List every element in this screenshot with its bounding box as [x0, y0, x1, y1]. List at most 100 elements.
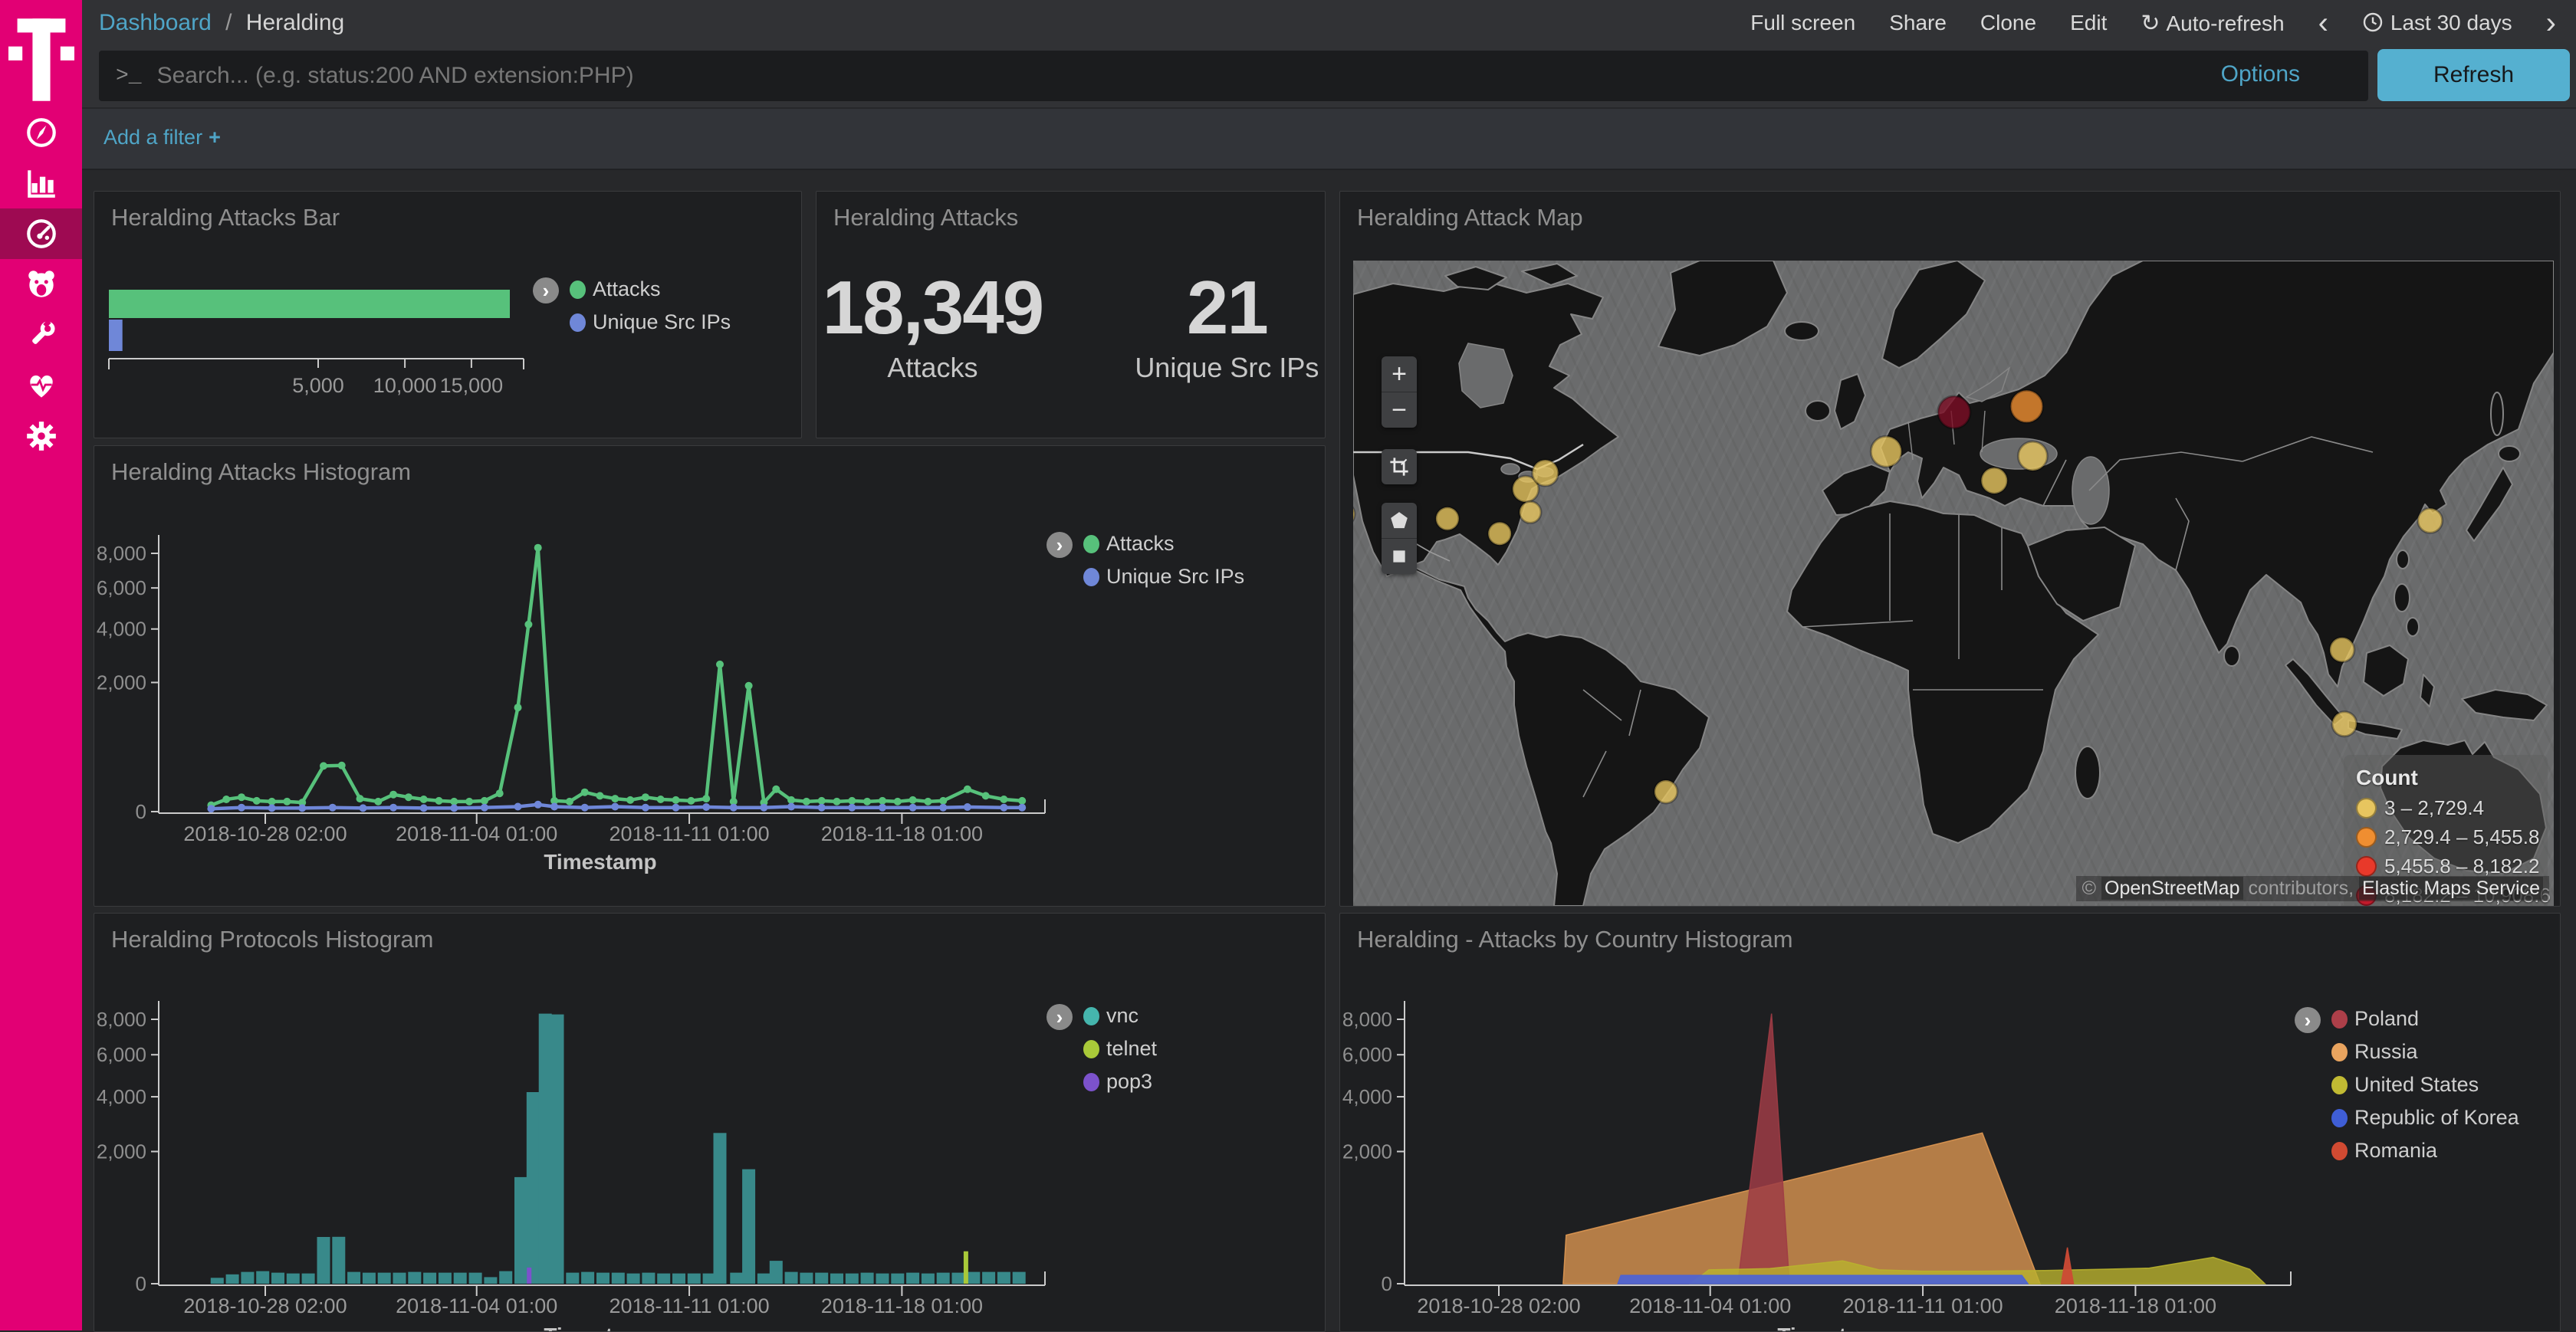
sidebar-item-visualize[interactable]	[0, 158, 82, 208]
map-legend-row: 5,455.8 – 8,182.2	[2356, 855, 2548, 878]
svg-text:Timestamp: Timestamp	[544, 850, 656, 874]
legend: › Attacks Unique Src IPs	[533, 277, 731, 334]
legend-toggle-icon[interactable]: ›	[1046, 1004, 1073, 1030]
breadcrumb-separator: /	[225, 10, 232, 35]
svg-text:2,000: 2,000	[1342, 1140, 1392, 1163]
svg-text:2018-11-04 01:00: 2018-11-04 01:00	[1629, 1294, 1791, 1317]
metric-value: 18,349	[823, 268, 1043, 347]
legend: › vnc telnet pop3	[1046, 1004, 1157, 1094]
search-input[interactable]	[156, 62, 2368, 90]
legend-toggle-icon[interactable]: ›	[533, 277, 559, 303]
crop-tool-button[interactable]	[1382, 449, 1417, 484]
map-draw-controls	[1382, 503, 1417, 574]
svg-text:2018-11-18 01:00: 2018-11-18 01:00	[2055, 1294, 2216, 1317]
breadcrumb-dashboard-link[interactable]: Dashboard	[99, 10, 212, 35]
polygon-tool-button[interactable]	[1382, 503, 1417, 538]
sidebar-item-dashboard[interactable]	[0, 208, 82, 259]
telekom-logo[interactable]	[0, 14, 82, 106]
legend-item-unique-src-ips[interactable]: Unique Src IPs	[1083, 565, 1244, 589]
legend-dot	[2331, 1043, 2348, 1061]
svg-text:10,000: 10,000	[373, 374, 437, 397]
legend-toggle-icon[interactable]: ›	[1046, 532, 1073, 558]
legend-dot	[1083, 1073, 1099, 1091]
time-range-button[interactable]: Last 30 days	[2362, 11, 2512, 35]
refresh-cycle-icon: ↻	[2141, 11, 2160, 36]
legend-dot	[2331, 1142, 2348, 1160]
legend-item-united-states[interactable]: United States	[2331, 1073, 2519, 1097]
legend-dot	[2356, 827, 2377, 848]
svg-text:0: 0	[136, 1272, 146, 1295]
panel-title: Heralding Attack Map	[1357, 204, 1583, 231]
square-icon	[1388, 546, 1410, 567]
legend-item-russia[interactable]: Russia	[2331, 1040, 2519, 1064]
legend-item-vnc[interactable]: vnc	[1083, 1004, 1157, 1028]
legend-item-attacks[interactable]: Attacks	[1083, 532, 1244, 556]
legend-dot	[2331, 1076, 2348, 1094]
edit-button[interactable]: Edit	[2070, 11, 2107, 35]
svg-text:2018-10-28 02:00: 2018-10-28 02:00	[183, 1294, 347, 1317]
osm-link[interactable]: OpenStreetMap	[2101, 877, 2243, 900]
fullscreen-button[interactable]: Full screen	[1750, 11, 1855, 35]
breadcrumb: Dashboard / Heralding	[99, 10, 344, 36]
rectangle-tool-button[interactable]	[1382, 538, 1417, 574]
zoom-out-button[interactable]: −	[1382, 392, 1417, 428]
legend-dot	[2356, 798, 2377, 819]
legend-item-poland[interactable]: Poland	[2331, 1007, 2519, 1031]
time-back-button[interactable]: ‹	[2318, 12, 2328, 34]
legend: › Attacks Unique Src IPs	[1046, 532, 1244, 589]
legend-item-attacks[interactable]: Attacks	[570, 277, 731, 301]
svg-text:2018-11-04 01:00: 2018-11-04 01:00	[396, 1294, 557, 1317]
sidebar-item-dev-tools[interactable]	[0, 310, 82, 360]
legend-item-romania[interactable]: Romania	[2331, 1139, 2519, 1163]
breadcrumb-current: Heralding	[246, 10, 344, 35]
svg-text:0: 0	[136, 800, 146, 823]
svg-text:4,000: 4,000	[97, 1085, 146, 1108]
compass-icon	[24, 115, 59, 150]
legend-item-unique-src-ips[interactable]: Unique Src IPs	[570, 310, 731, 334]
sidebar-item-monitoring[interactable]	[0, 360, 82, 411]
refresh-button[interactable]: Refresh	[2377, 49, 2570, 101]
legend-item-telnet[interactable]: telnet	[1083, 1037, 1157, 1061]
legend-toggle-icon[interactable]: ›	[2295, 1007, 2321, 1033]
legend-item-pop3[interactable]: pop3	[1083, 1070, 1157, 1094]
clone-button[interactable]: Clone	[1980, 11, 2036, 35]
svg-text:6,000: 6,000	[1342, 1043, 1392, 1066]
wrench-icon	[24, 317, 59, 353]
legend-dot	[1083, 1007, 1099, 1025]
zoom-in-button[interactable]: +	[1382, 356, 1417, 392]
sidebar-item-timelion[interactable]	[0, 259, 82, 310]
world-map[interactable]: + − Co	[1353, 261, 2554, 906]
svg-text:2018-11-04 01:00: 2018-11-04 01:00	[396, 822, 557, 845]
map-crop-control	[1382, 449, 1417, 484]
time-forward-button[interactable]: ›	[2546, 12, 2556, 34]
sidebar-item-discover[interactable]	[0, 107, 82, 158]
bar-chart-icon	[24, 166, 59, 201]
auto-refresh-button[interactable]: ↻Auto-refresh	[2141, 10, 2284, 37]
add-filter-link[interactable]: Add a filter+	[104, 126, 221, 149]
pentagon-icon	[1388, 510, 1410, 531]
options-link[interactable]: Options	[2221, 61, 2300, 87]
svg-text:8,000: 8,000	[97, 1008, 146, 1031]
svg-text:4,000: 4,000	[1342, 1085, 1392, 1108]
top-menu: Full screen Share Clone Edit ↻Auto-refre…	[1750, 10, 2576, 37]
query-prompt-icon: >_	[116, 64, 142, 88]
clock-icon	[2362, 11, 2384, 33]
sidebar-item-management[interactable]	[0, 411, 82, 461]
heartbeat-icon	[24, 368, 59, 403]
map-attribution: © OpenStreetMap contributors, Elastic Ma…	[2076, 876, 2549, 901]
legend-dot	[2356, 856, 2377, 877]
legend-dot	[570, 281, 586, 299]
gauge-icon	[24, 216, 59, 251]
legend-dot	[1083, 535, 1099, 553]
panel-attacks-bar: Heralding Attacks Bar 5,00010,00015,000 …	[94, 191, 802, 438]
ems-link[interactable]: Elastic Maps Service	[2359, 877, 2543, 900]
panel-title: Heralding Attacks	[833, 204, 1018, 231]
svg-text:6,000: 6,000	[97, 1043, 146, 1066]
panel-protocols-histogram: Heralding Protocols Histogram 02,0004,00…	[94, 913, 1326, 1332]
metric-value: 21	[1135, 268, 1319, 347]
map-zoom-controls: + −	[1382, 356, 1417, 428]
svg-text:2018-11-18 01:00: 2018-11-18 01:00	[821, 822, 983, 845]
legend-item-republic-of-korea[interactable]: Republic of Korea	[2331, 1106, 2519, 1130]
share-button[interactable]: Share	[1889, 11, 1947, 35]
metric-attacks: 18,349 Attacks	[823, 268, 1043, 384]
